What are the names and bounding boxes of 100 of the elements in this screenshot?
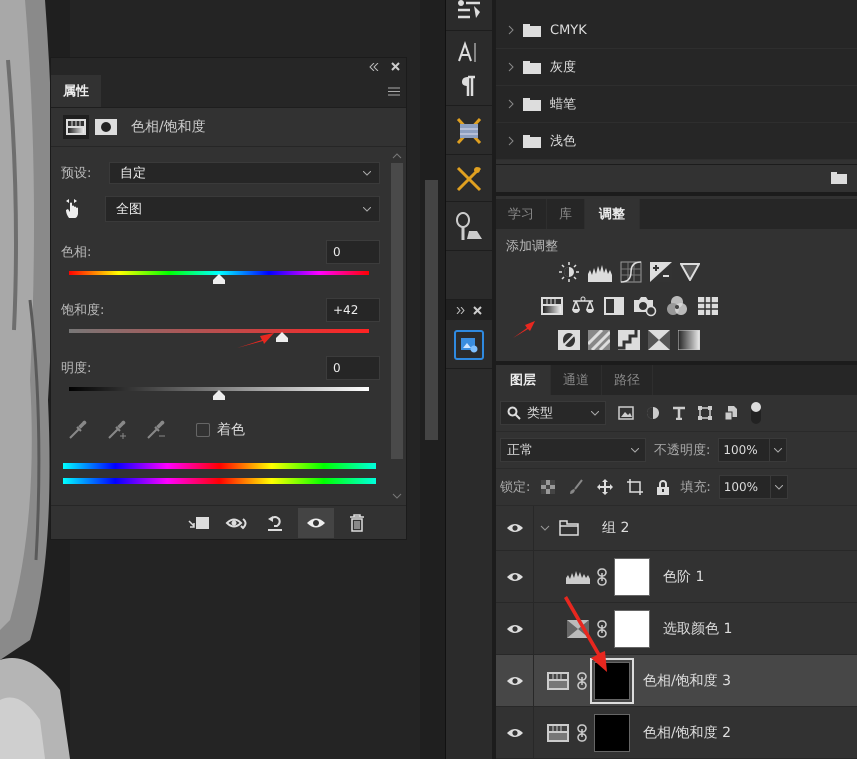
lock-label: 锁定:: [500, 479, 530, 496]
link-icon[interactable]: [597, 568, 607, 586]
layer-row[interactable]: 色相/饱和度 3: [496, 655, 857, 707]
close-icon[interactable]: [473, 306, 482, 314]
expand-icon[interactable]: [456, 306, 465, 314]
close-icon[interactable]: [391, 62, 400, 71]
crossed-tools-icon[interactable]: [455, 165, 483, 193]
balance-scale-icon[interactable]: [571, 296, 595, 316]
layer-row[interactable]: 色阶 1: [496, 551, 857, 603]
panel-tab[interactable]: 调整: [585, 198, 640, 229]
layer-row[interactable]: 组 2: [496, 506, 857, 551]
annotation-arrow: [237, 333, 274, 348]
adjustment-filter-icon[interactable]: [646, 406, 660, 420]
brightness-contrast-icon[interactable]: [558, 260, 580, 283]
new-folder-icon[interactable]: [831, 172, 847, 184]
caret-icon[interactable]: [774, 484, 783, 490]
gradient-icon[interactable]: [678, 330, 700, 350]
chevron-icon[interactable]: [508, 136, 514, 146]
layer-name: 色相/饱和度 2: [643, 724, 732, 742]
triangle-icon[interactable]: [680, 262, 700, 281]
shape-filter-icon[interactable]: [698, 406, 712, 420]
slider-thumb[interactable]: [276, 332, 288, 342]
type-filter-icon[interactable]: [672, 406, 686, 420]
smart-object-filter-icon[interactable]: [724, 406, 738, 420]
link-icon[interactable]: [597, 620, 607, 638]
scroll-down-icon[interactable]: [392, 493, 402, 499]
checkbox-label: 着色: [217, 421, 245, 439]
mask-thumbnail[interactable]: [614, 610, 650, 648]
hue-saturation-icon[interactable]: [541, 296, 563, 315]
color-circles-icon[interactable]: [665, 294, 689, 317]
filter-dropdown[interactable]: 类型: [500, 401, 606, 425]
panel-tab[interactable]: 路径: [602, 364, 653, 395]
panel-tab[interactable]: 学习: [496, 198, 547, 229]
collapse-icon[interactable]: [369, 62, 379, 70]
hue-saturation-icon: [546, 672, 570, 690]
eyedropper-icon[interactable]: [67, 419, 89, 441]
bowtie-square-icon[interactable]: [648, 330, 670, 350]
panel-tab[interactable]: 通道: [551, 364, 602, 395]
swatch-group-name[interactable]: 蜡笔: [550, 95, 576, 113]
link-icon[interactable]: [577, 672, 587, 690]
staircase-icon[interactable]: [618, 330, 640, 350]
mask-thumbnail[interactable]: [594, 714, 630, 752]
diagonal-stripes-icon[interactable]: [588, 330, 610, 350]
preset-dropdown[interactable]: 自定: [109, 162, 380, 184]
split-square-icon[interactable]: [603, 296, 625, 316]
grid-icon[interactable]: [697, 296, 719, 316]
slider-thumb[interactable]: [213, 390, 225, 400]
fill-field[interactable]: 100%: [718, 475, 788, 499]
opacity-label: 不透明度:: [654, 442, 710, 459]
folder-icon: [523, 134, 541, 148]
chevron-icon[interactable]: [540, 525, 550, 531]
image-filter-icon[interactable]: [618, 406, 634, 420]
blend-mode-dropdown[interactable]: 正常: [500, 438, 646, 462]
paragraph-icon[interactable]: [462, 75, 476, 97]
swatch-group-name[interactable]: 灰度: [550, 58, 576, 76]
histogram-icon: [566, 570, 590, 584]
curves-icon[interactable]: [620, 260, 642, 283]
crossed-tools-icon[interactable]: [455, 116, 483, 146]
checkbox[interactable]: [196, 423, 210, 437]
fill-label: 填充:: [680, 479, 711, 496]
panel-title: 色相/饱和度: [131, 118, 206, 136]
link-icon[interactable]: [577, 724, 587, 742]
swatch-group-name[interactable]: 浅色: [550, 132, 576, 150]
camera-icon[interactable]: [633, 294, 657, 317]
hue-saturation-icon[interactable]: [63, 115, 89, 139]
chevron-icon[interactable]: [508, 62, 514, 72]
eyedropper-minus-icon[interactable]: [145, 419, 167, 441]
mask-icon[interactable]: [95, 119, 117, 135]
panel-tab[interactable]: 图层: [496, 364, 551, 395]
layer-name: 组 2: [602, 519, 630, 537]
layer-row[interactable]: 色相/饱和度 2: [496, 707, 857, 759]
invert-icon[interactable]: [558, 330, 580, 350]
annotation-arrow: [513, 321, 535, 338]
layer-name: 色阶 1: [663, 568, 704, 586]
folder-icon: [523, 23, 541, 37]
eyedropper-plus-icon[interactable]: [106, 419, 128, 441]
caret-icon: [363, 206, 371, 212]
scrollbar-thumb[interactable]: [425, 180, 438, 440]
caret-icon[interactable]: [774, 448, 782, 452]
panel-tab[interactable]: 属性: [51, 75, 101, 107]
clone-source-icon[interactable]: [455, 212, 483, 242]
opacity-field[interactable]: 100%: [718, 438, 788, 462]
layer-row[interactable]: 选取颜色 1: [496, 603, 857, 655]
mask-thumbnail[interactable]: [614, 558, 650, 596]
properties-icon[interactable]: [454, 330, 484, 360]
slider-thumb[interactable]: [213, 274, 225, 284]
preset-label: 预设:: [61, 165, 92, 182]
value-field[interactable]: 0: [326, 356, 380, 380]
chevron-icon[interactable]: [508, 25, 514, 35]
filter-toggle-icon[interactable]: [750, 401, 762, 425]
visibility-icon[interactable]: [298, 508, 334, 538]
panel-heading: 添加调整: [506, 238, 559, 255]
caret-icon: [591, 410, 599, 416]
range-dropdown[interactable]: 全图: [105, 196, 380, 222]
value-field[interactable]: 0: [326, 240, 380, 264]
value-field[interactable]: +42: [326, 298, 380, 322]
slider-label: 明度:: [61, 360, 92, 377]
chevron-icon[interactable]: [508, 99, 514, 109]
swatch-group-name[interactable]: CMYK: [550, 22, 587, 38]
scroll-up-icon[interactable]: [392, 153, 402, 159]
